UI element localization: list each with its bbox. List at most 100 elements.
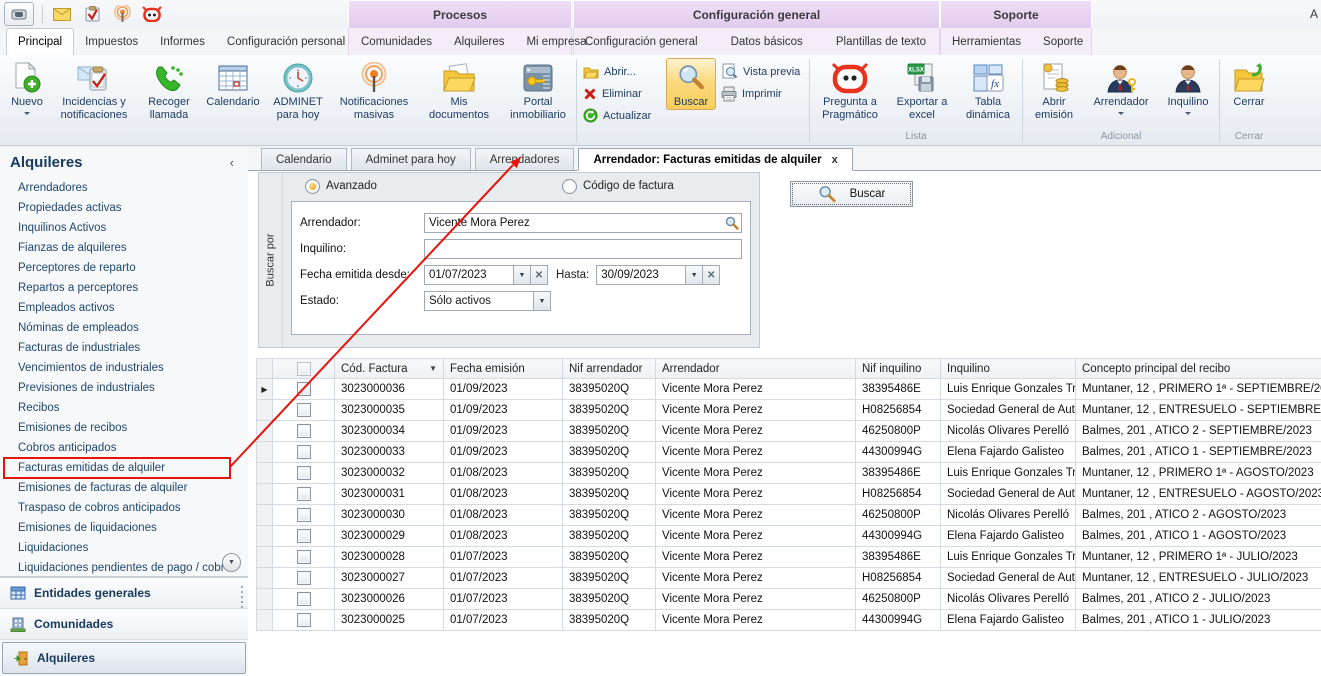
exportar-excel-button[interactable]: XLSX Exportar a excel: [889, 58, 955, 122]
table-row[interactable]: ▶302300003601/09/202338395020QVicente Mo…: [257, 379, 1321, 400]
table-row[interactable]: 302300003401/09/202338395020QVicente Mor…: [257, 421, 1321, 442]
section-comunidades[interactable]: Comunidades: [0, 609, 248, 640]
buscar-ribbon-button[interactable]: Buscar: [666, 58, 716, 110]
tasks-button[interactable]: [81, 3, 103, 25]
sidebar-item[interactable]: Propiedades activas: [0, 198, 248, 218]
row-checkbox[interactable]: [297, 571, 311, 585]
fecha-desde-input[interactable]: [424, 265, 514, 285]
sidebar-item[interactable]: Vencimientos de industriales: [0, 358, 248, 378]
tab-principal[interactable]: Principal: [6, 28, 74, 55]
sidebar-item[interactable]: Fianzas de alquileres: [0, 238, 248, 258]
estado-dropdown[interactable]: ▼: [534, 291, 551, 311]
imprimir-button[interactable]: Imprimir: [716, 83, 808, 104]
cerrar-button[interactable]: Cerrar: [1221, 58, 1277, 110]
abrir-emision-button[interactable]: Abrir emisión: [1024, 58, 1084, 122]
table-row[interactable]: 302300003501/09/202338395020QVicente Mor…: [257, 400, 1321, 421]
column-header[interactable]: Arrendador: [656, 359, 856, 379]
hasta-clear-icon[interactable]: ✕: [703, 265, 720, 285]
sidebar-item[interactable]: Perceptores de reparto: [0, 258, 248, 278]
table-row[interactable]: 302300003101/08/202338395020QVicente Mor…: [257, 484, 1321, 505]
abrir-button[interactable]: Abrir...: [578, 61, 666, 82]
collapse-sidebar-button[interactable]: ‹: [230, 155, 248, 170]
row-checkbox[interactable]: [297, 529, 311, 543]
splitter-handle[interactable]: [241, 586, 243, 610]
broadcast-button[interactable]: [111, 3, 133, 25]
arrendador-button[interactable]: Arrendador: [1084, 58, 1158, 119]
sidebar-item[interactable]: Cobros anticipados: [0, 438, 248, 458]
tab-plantillas[interactable]: Plantillas de texto: [825, 28, 937, 55]
tab-herramientas[interactable]: Herramientas: [941, 28, 1032, 55]
column-header[interactable]: Nif arrendador: [563, 359, 656, 379]
sidebar-item[interactable]: Nóminas de empleados: [0, 318, 248, 338]
sidebar-item[interactable]: Facturas emitidas de alquiler: [0, 458, 248, 478]
row-checkbox[interactable]: [297, 382, 311, 396]
row-checkbox[interactable]: [297, 508, 311, 522]
adminet-hoy-button[interactable]: ADMINET para hoy: [265, 58, 331, 122]
table-row[interactable]: 302300003301/09/202338395020QVicente Mor…: [257, 442, 1321, 463]
fecha-desde-dropdown[interactable]: ▼: [514, 265, 531, 285]
section-alquileres[interactable]: Alquileres: [2, 642, 246, 674]
tab-comunidades[interactable]: Comunidades: [350, 28, 443, 55]
doc-tab-adminet[interactable]: Adminet para hoy: [351, 148, 471, 170]
fecha-desde-clear-icon[interactable]: ✕: [531, 265, 548, 285]
radio-codigo-factura[interactable]: Código de factura: [562, 179, 674, 194]
row-checkbox[interactable]: [297, 403, 311, 417]
notificaciones-masivas-button[interactable]: Notificaciones masivas: [331, 58, 417, 122]
row-checkbox[interactable]: [297, 424, 311, 438]
arrendador-input[interactable]: [424, 213, 742, 233]
tab-configuracion-general[interactable]: Configuración general: [574, 28, 709, 55]
buscar-button[interactable]: Buscar: [790, 181, 913, 207]
sidebar-scroll-down-button[interactable]: ▼: [222, 553, 241, 572]
portal-inmobiliario-button[interactable]: Portal inmobiliario: [501, 58, 575, 122]
table-row[interactable]: 302300002601/07/202338395020QVicente Mor…: [257, 589, 1321, 610]
vista-previa-button[interactable]: Vista previa: [716, 61, 808, 82]
sidebar-item[interactable]: Liquidaciones: [0, 538, 248, 558]
tab-impuestos[interactable]: Impuestos: [74, 28, 149, 55]
sidebar-item[interactable]: Emisiones de facturas de alquiler: [0, 478, 248, 498]
table-row[interactable]: 302300002901/08/202338395020QVicente Mor…: [257, 526, 1321, 547]
mail-button[interactable]: [51, 3, 73, 25]
tab-configuracion-personal[interactable]: Configuración personal: [216, 28, 356, 55]
doc-tab-arrendadores[interactable]: Arrendadores: [475, 148, 575, 170]
sidebar-item[interactable]: Emisiones de liquidaciones: [0, 518, 248, 538]
tab-informes[interactable]: Informes: [149, 28, 216, 55]
sidebar-item[interactable]: Repartos a perceptores: [0, 278, 248, 298]
table-row[interactable]: 302300002801/07/202338395020QVicente Mor…: [257, 547, 1321, 568]
tab-datos-basicos[interactable]: Datos básicos: [720, 28, 814, 55]
sidebar-item[interactable]: Arrendadores: [0, 178, 248, 198]
row-checkbox[interactable]: [297, 466, 311, 480]
actualizar-button[interactable]: Actualizar: [578, 105, 666, 126]
doc-tab-facturas-emitidas[interactable]: Arrendador: Facturas emitidas de alquile…: [578, 148, 852, 171]
section-entidades-generales[interactable]: Entidades generales: [0, 578, 248, 609]
mis-documentos-button[interactable]: Mis documentos: [417, 58, 501, 122]
column-header[interactable]: Concepto principal del recibo: [1076, 359, 1321, 379]
calendario-button[interactable]: Calendario: [201, 58, 265, 110]
row-checkbox[interactable]: [297, 445, 311, 459]
sidebar-item[interactable]: Emisiones de recibos: [0, 418, 248, 438]
column-header[interactable]: Fecha emisión: [444, 359, 563, 379]
radio-avanzado[interactable]: Avanzado: [305, 179, 377, 194]
pregunta-pragmatico-button[interactable]: Pregunta a Pragmático: [811, 58, 889, 122]
inquilino-input[interactable]: [424, 239, 742, 259]
tab-alquileres[interactable]: Alquileres: [443, 28, 516, 55]
sidebar-item[interactable]: Previsiones de industriales: [0, 378, 248, 398]
inquilino-button[interactable]: Inquilino: [1158, 58, 1218, 119]
select-all-checkbox[interactable]: [297, 362, 311, 376]
sidebar-item[interactable]: Traspaso de cobros anticipados: [0, 498, 248, 518]
sidebar-item[interactable]: Facturas de industriales: [0, 338, 248, 358]
incidencias-button[interactable]: Incidencias y notificaciones: [51, 58, 137, 122]
row-checkbox[interactable]: [297, 592, 311, 606]
robot-button[interactable]: [141, 3, 163, 25]
tab-soporte[interactable]: Soporte: [1032, 28, 1094, 55]
table-row[interactable]: 302300003001/08/202338395020QVicente Mor…: [257, 505, 1321, 526]
column-header[interactable]: Inquilino: [941, 359, 1076, 379]
hasta-dropdown[interactable]: ▼: [686, 265, 703, 285]
column-header[interactable]: Nif inquilino: [856, 359, 941, 379]
row-checkbox[interactable]: [297, 550, 311, 564]
sidebar-item[interactable]: Liquidaciones pendientes de pago / cobro: [0, 558, 248, 578]
hasta-input[interactable]: [596, 265, 686, 285]
lookup-search-icon[interactable]: [725, 216, 739, 230]
sidebar-item[interactable]: Inquilinos Activos: [0, 218, 248, 238]
eliminar-button[interactable]: Eliminar: [578, 83, 666, 104]
phone-quick-button[interactable]: [4, 2, 34, 26]
